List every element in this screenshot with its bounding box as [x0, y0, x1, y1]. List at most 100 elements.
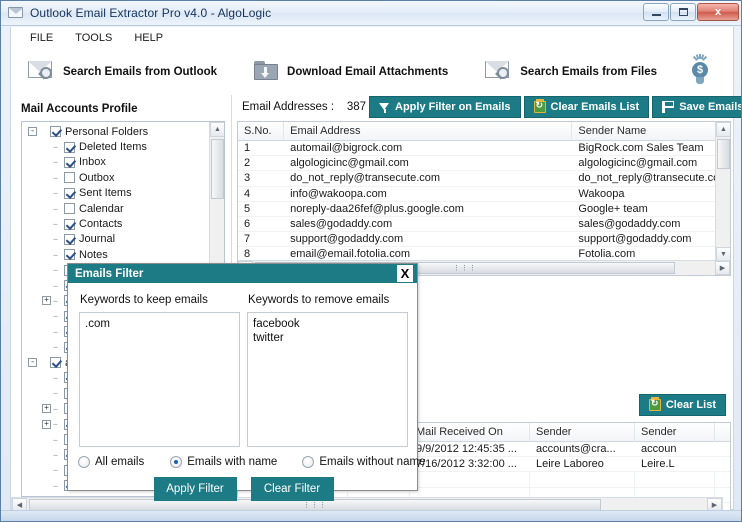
- download-email-attachments-button[interactable]: Download Email Attachments: [245, 51, 458, 93]
- search-emails-from-outlook-button[interactable]: Search Emails from Outlook: [19, 51, 227, 93]
- scrollbar-thumb[interactable]: [211, 139, 224, 199]
- scroll-up-icon[interactable]: ▲: [210, 122, 225, 137]
- tree-item[interactable]: ---Personal Folders: [22, 124, 210, 139]
- column-header[interactable]: Email Address: [284, 122, 572, 141]
- tree-checkbox[interactable]: [64, 234, 75, 245]
- table-row[interactable]: 4info@wakoopa.comWakoopa: [238, 187, 730, 202]
- emails-grid-body[interactable]: 1automail@bigrock.comBigRock.com Sales T…: [238, 141, 730, 276]
- radio-icon-selected[interactable]: [170, 456, 182, 468]
- tree-spacer: [42, 220, 51, 229]
- tree-connector: --: [53, 188, 64, 198]
- table-cell: support@godaddy.com: [572, 232, 730, 247]
- column-header[interactable]: S.No.: [238, 122, 284, 141]
- tree-item-label: Calendar: [79, 203, 124, 215]
- table-cell: Leire.L: [635, 457, 715, 472]
- table-row[interactable]: 3do_not_reply@transecute.comdo_not_reply…: [238, 171, 730, 186]
- column-header[interactable]: Mail Received On: [410, 423, 530, 442]
- tree-item[interactable]: --Outbox: [22, 170, 210, 185]
- tree-checkbox[interactable]: [64, 142, 75, 153]
- table-row[interactable]: 2algologicinc@gmail.comalgologicinc@gmai…: [238, 156, 730, 171]
- clear-attachments-list-button[interactable]: Clear List: [639, 394, 726, 416]
- radio-icon[interactable]: [78, 456, 90, 468]
- tree-item[interactable]: --Inbox: [22, 155, 210, 170]
- dialog-title: Emails Filter: [75, 268, 143, 280]
- expand-icon[interactable]: +: [42, 420, 51, 429]
- tree-checkbox[interactable]: [50, 126, 61, 137]
- tree-item[interactable]: --Contacts: [22, 216, 210, 231]
- clear-filter-button[interactable]: Clear Filter: [251, 477, 334, 501]
- column-header[interactable]: Sender Name: [572, 122, 730, 141]
- tree-item[interactable]: --Sent Items: [22, 186, 210, 201]
- tree-connector: --: [53, 373, 64, 383]
- apply-filter-on-emails-button[interactable]: Apply Filter on Emails: [369, 96, 521, 118]
- radio-all-emails[interactable]: All emails: [78, 456, 144, 468]
- menu-item-help[interactable]: HELP: [123, 29, 174, 47]
- toolbar-label: Download Email Attachments: [287, 66, 448, 78]
- table-row[interactable]: 1automail@bigrock.comBigRock.com Sales T…: [238, 141, 730, 156]
- emails-filter-dialog: Emails Filter X Keywords to keep emails …: [67, 263, 418, 491]
- tree-checkbox[interactable]: [64, 188, 75, 199]
- tree-item[interactable]: --Calendar: [22, 201, 210, 216]
- keywords-keep-label: Keywords to keep emails: [80, 294, 208, 306]
- toolbar-label: Search Emails from Files: [520, 66, 657, 78]
- menu-item-file[interactable]: FILE: [19, 29, 64, 47]
- save-emails-button[interactable]: Save Emails: [652, 96, 742, 118]
- expand-icon[interactable]: +: [42, 404, 51, 413]
- tree-item-label: Inbox: [79, 156, 106, 168]
- tree-item[interactable]: --Notes: [22, 247, 210, 262]
- tree-connector: --: [53, 281, 64, 291]
- collapse-icon[interactable]: -: [28, 358, 37, 367]
- radio-label: Emails with name: [187, 456, 277, 468]
- scroll-right-icon[interactable]: ▶: [715, 261, 730, 275]
- tree-connector: --: [53, 311, 64, 321]
- table-cell: 5: [238, 202, 284, 217]
- tree-checkbox[interactable]: [50, 357, 61, 368]
- search-emails-from-files-button[interactable]: Search Emails from Files: [476, 51, 667, 93]
- table-row[interactable]: 5noreply-daa26fef@plus.google.comGoogle+…: [238, 202, 730, 217]
- table-row[interactable]: 7support@godaddy.comsupport@godaddy.com: [238, 232, 730, 247]
- tree-checkbox[interactable]: [64, 219, 75, 230]
- idea-bulb-icon[interactable]: $: [685, 55, 715, 89]
- tree-item-label: Outbox: [79, 172, 114, 184]
- collapse-icon[interactable]: -: [28, 127, 37, 136]
- tree-connector: --: [53, 435, 64, 445]
- keywords-keep-textarea[interactable]: .com: [79, 312, 240, 447]
- tree-checkbox[interactable]: [64, 249, 75, 260]
- minimize-button[interactable]: [643, 3, 669, 21]
- save-icon: [662, 101, 674, 113]
- table-cell: Wakoopa: [572, 187, 730, 202]
- radio-emails-with-name[interactable]: Emails with name: [170, 456, 277, 468]
- email-count: Email Addresses : 387: [232, 101, 366, 113]
- tree-checkbox[interactable]: [64, 172, 75, 183]
- table-cell: accounts@cra...: [530, 442, 635, 457]
- folder-download-icon: [253, 59, 281, 85]
- clear-emails-list-button[interactable]: Clear Emails List: [524, 96, 650, 118]
- scroll-up-icon[interactable]: ▲: [716, 122, 731, 137]
- expand-icon[interactable]: +: [42, 296, 51, 305]
- tree-connector: --: [53, 219, 64, 229]
- tree-spacer: [42, 173, 51, 182]
- emails-vertical-scrollbar[interactable]: ▲ ▼: [715, 122, 730, 262]
- emails-grid[interactable]: S.No.Email AddressSender Name 1automail@…: [237, 121, 731, 276]
- clear-list-icon: [534, 101, 546, 113]
- tree-item[interactable]: --Journal: [22, 232, 210, 247]
- table-cell: BigRock.com Sales Team: [572, 141, 730, 156]
- keywords-remove-label: Keywords to remove emails: [248, 294, 389, 306]
- maximize-button[interactable]: [670, 3, 696, 21]
- keywords-remove-textarea[interactable]: facebook twitter: [247, 312, 408, 447]
- tree-checkbox[interactable]: [64, 157, 75, 168]
- tree-checkbox[interactable]: [64, 203, 75, 214]
- menu-item-tools[interactable]: TOOLS: [64, 29, 123, 47]
- close-button[interactable]: x: [697, 3, 739, 21]
- scrollbar-thumb[interactable]: [717, 139, 730, 169]
- tree-item-label: Notes: [79, 249, 108, 261]
- button-label: Apply Filter on Emails: [395, 101, 511, 113]
- column-header[interactable]: Sender: [635, 423, 715, 442]
- table-row[interactable]: 6sales@godaddy.comsales@godaddy.com: [238, 217, 730, 232]
- column-header[interactable]: Sender: [530, 423, 635, 442]
- tree-item[interactable]: --Deleted Items: [22, 139, 210, 154]
- apply-filter-button[interactable]: Apply Filter: [154, 477, 237, 501]
- radio-icon[interactable]: [302, 456, 314, 468]
- close-icon[interactable]: X: [397, 265, 413, 282]
- radio-emails-without-name[interactable]: Emails without name: [302, 456, 425, 468]
